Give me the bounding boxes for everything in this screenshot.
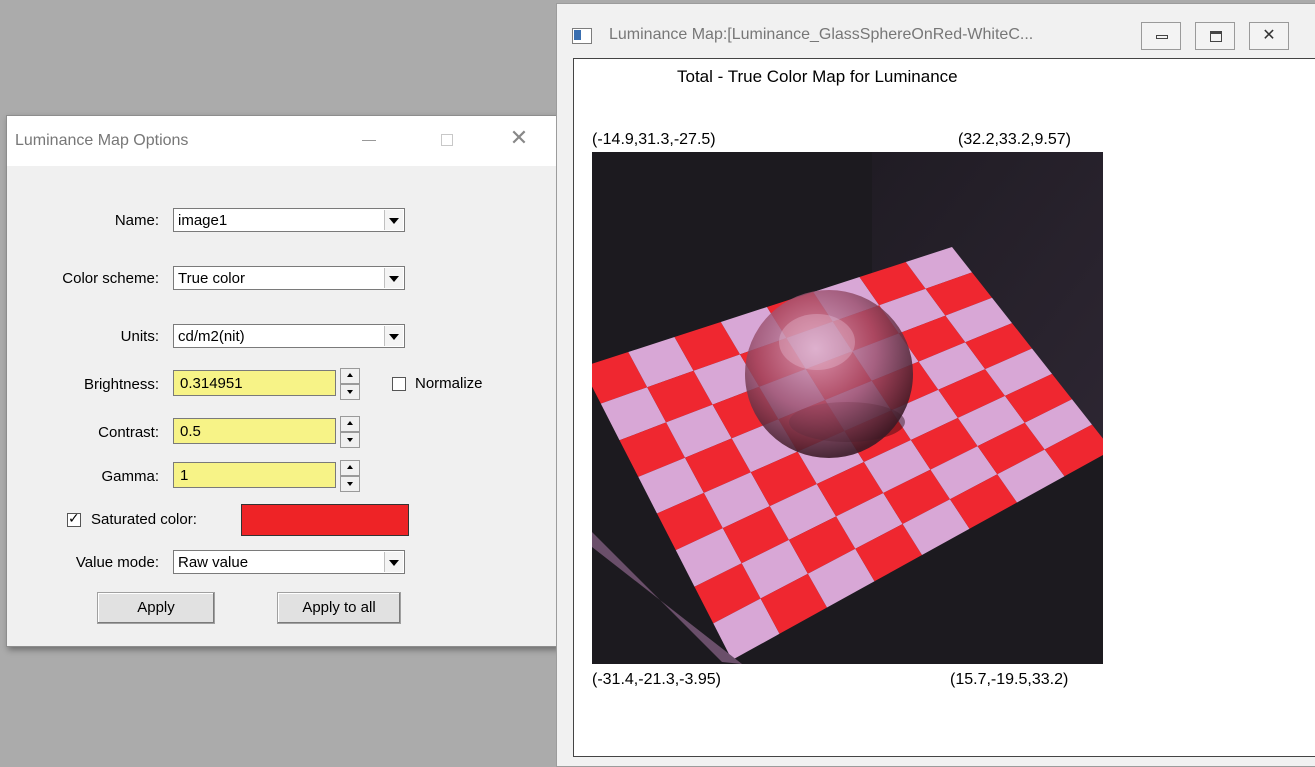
sphere-highlight bbox=[779, 314, 855, 370]
color-scheme-select[interactable]: True color bbox=[173, 266, 405, 290]
luminance-map-options-dialog: Luminance Map Options ✕ Name: image1 Col… bbox=[6, 115, 558, 647]
dialog-title: Luminance Map Options bbox=[15, 132, 189, 149]
app-icon bbox=[572, 28, 592, 44]
units-select[interactable]: cd/m2(nit) bbox=[173, 324, 405, 348]
stepper-up-icon[interactable] bbox=[340, 416, 360, 432]
gamma-input[interactable]: 1 bbox=[173, 462, 336, 488]
units-select-value: cd/m2(nit) bbox=[178, 328, 245, 345]
stepper-down-icon[interactable] bbox=[340, 432, 360, 448]
saturated-color-swatch[interactable] bbox=[241, 504, 409, 536]
close-icon[interactable]: ✕ bbox=[507, 126, 531, 150]
contrast-value: 0.5 bbox=[180, 423, 201, 440]
name-select[interactable]: image1 bbox=[173, 208, 405, 232]
restore-icon[interactable] bbox=[1195, 22, 1235, 50]
minimize-icon[interactable] bbox=[359, 130, 379, 150]
coord-bottom-left: (-31.4,-21.3,-3.95) bbox=[592, 671, 721, 688]
contrast-label: Contrast: bbox=[98, 424, 159, 441]
map-canvas: Total - True Color Map for Luminance (-1… bbox=[573, 58, 1315, 757]
minimize-icon[interactable] bbox=[1141, 22, 1181, 50]
color-scheme-label: Color scheme: bbox=[62, 270, 159, 287]
maximize-icon[interactable] bbox=[437, 130, 457, 150]
stepper-down-icon[interactable] bbox=[340, 384, 360, 400]
stepper-up-icon[interactable] bbox=[340, 368, 360, 384]
name-select-value: image1 bbox=[178, 212, 228, 229]
coord-top-left: (-14.9,31.3,-27.5) bbox=[592, 131, 716, 148]
luminance-map-window: Luminance Map:[Luminance_GlassSphereOnRe… bbox=[556, 3, 1315, 767]
contrast-stepper[interactable] bbox=[340, 416, 360, 448]
saturated-color-checkbox[interactable] bbox=[67, 511, 81, 527]
color-scheme-select-value: True color bbox=[178, 270, 245, 287]
stepper-down-icon[interactable] bbox=[340, 476, 360, 492]
glass-sphere bbox=[745, 290, 913, 458]
normalize-label: Normalize bbox=[415, 375, 483, 392]
chevron-down-icon[interactable] bbox=[384, 552, 403, 572]
value-mode-select-value: Raw value bbox=[178, 554, 249, 571]
brightness-stepper[interactable] bbox=[340, 368, 360, 400]
gamma-value: 1 bbox=[180, 467, 189, 484]
close-icon[interactable]: ✕ bbox=[1249, 22, 1289, 50]
chevron-down-icon[interactable] bbox=[384, 326, 403, 346]
apply-button[interactable]: Apply bbox=[97, 592, 215, 624]
window-title: Luminance Map:[Luminance_GlassSphereOnRe… bbox=[609, 26, 1034, 43]
brightness-input[interactable]: 0.314951 bbox=[173, 370, 336, 396]
dialog-titlebar: Luminance Map Options ✕ bbox=[7, 116, 557, 166]
gamma-label: Gamma: bbox=[101, 468, 159, 485]
gamma-stepper[interactable] bbox=[340, 460, 360, 492]
value-mode-label: Value mode: bbox=[75, 554, 159, 571]
contrast-input[interactable]: 0.5 bbox=[173, 418, 336, 444]
coord-top-right: (32.2,33.2,9.57) bbox=[958, 131, 1071, 148]
chevron-down-icon[interactable] bbox=[384, 268, 403, 288]
map-title: Total - True Color Map for Luminance bbox=[677, 67, 958, 86]
name-label: Name: bbox=[114, 212, 159, 229]
value-mode-select[interactable]: Raw value bbox=[173, 550, 405, 574]
saturated-color-label: Saturated color: bbox=[91, 511, 197, 528]
normalize-checkbox[interactable] bbox=[392, 377, 406, 391]
brightness-value: 0.314951 bbox=[180, 375, 243, 392]
luminance-render-image bbox=[592, 152, 1103, 664]
coord-bottom-right: (15.7,-19.5,33.2) bbox=[950, 671, 1069, 688]
units-label: Units: bbox=[120, 328, 159, 345]
chevron-down-icon[interactable] bbox=[384, 210, 403, 230]
stepper-up-icon[interactable] bbox=[340, 460, 360, 476]
brightness-label: Brightness: bbox=[83, 376, 159, 393]
apply-to-all-button[interactable]: Apply to all bbox=[277, 592, 401, 624]
